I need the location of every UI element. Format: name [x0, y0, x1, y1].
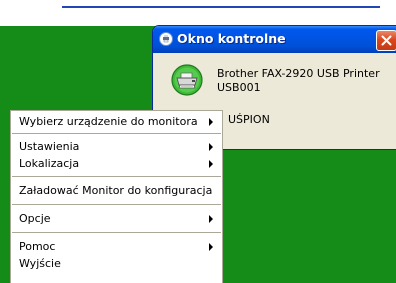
printer-icon: [171, 64, 203, 96]
menu-item-label: Wybierz urządzenie do monitora: [19, 115, 198, 128]
menu-item-label: Pomoc: [19, 240, 56, 253]
top-window-edge: [62, 0, 380, 8]
submenu-arrow-icon: [209, 143, 213, 151]
menu-item-load-monitor[interactable]: Załadować Monitor do konfiguracja: [11, 182, 222, 199]
menu-separator: [12, 232, 221, 233]
submenu-arrow-icon: [209, 118, 213, 126]
menu-item-label: Załadować Monitor do konfiguracja: [19, 184, 213, 197]
submenu-arrow-icon: [209, 160, 213, 168]
window-titlebar[interactable]: Okno kontrolne: [153, 26, 396, 53]
device-status: UŚPION: [228, 113, 270, 126]
close-button[interactable]: [376, 30, 396, 51]
menu-item-select-device[interactable]: Wybierz urządzenie do monitora: [11, 113, 222, 130]
menu-item-options[interactable]: Opcje: [11, 210, 222, 227]
menu-separator: [12, 133, 221, 134]
menu-item-label: Opcje: [19, 212, 51, 225]
window-title: Okno kontrolne: [177, 31, 286, 46]
close-icon: [381, 35, 392, 46]
menu-item-label: Lokalizacja: [19, 157, 80, 170]
context-menu: Wybierz urządzenie do monitora Ustawieni…: [10, 110, 223, 283]
menu-separator: [12, 204, 221, 205]
submenu-arrow-icon: [209, 243, 213, 251]
submenu-arrow-icon: [209, 215, 213, 223]
menu-item-location[interactable]: Lokalizacja: [11, 155, 222, 172]
menu-item-label: Wyjście: [19, 257, 61, 270]
printer-status-icon: [159, 32, 173, 46]
menu-item-help[interactable]: Pomoc: [11, 238, 222, 255]
menu-separator: [12, 176, 221, 177]
menu-item-settings[interactable]: Ustawienia: [11, 138, 222, 155]
menu-item-label: Ustawienia: [19, 140, 80, 153]
menu-item-exit[interactable]: Wyjście: [11, 255, 222, 272]
device-port: USB001: [217, 81, 261, 94]
device-name: Brother FAX-2920 USB Printer: [217, 67, 380, 80]
top-white-area: [0, 0, 396, 26]
